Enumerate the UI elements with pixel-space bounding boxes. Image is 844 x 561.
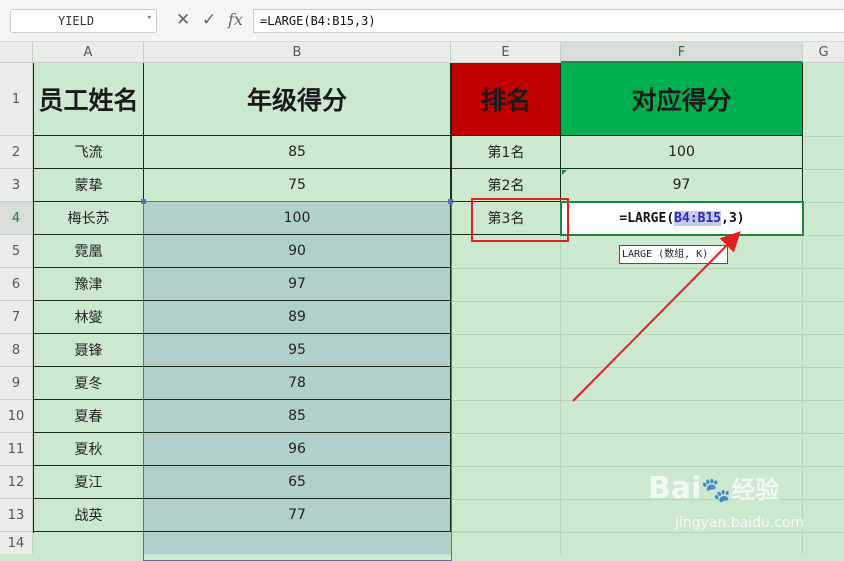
watermark-url: jingyan.baidu.com — [675, 515, 805, 531]
watermark-logo: Bai🐾经验 — [648, 471, 780, 506]
